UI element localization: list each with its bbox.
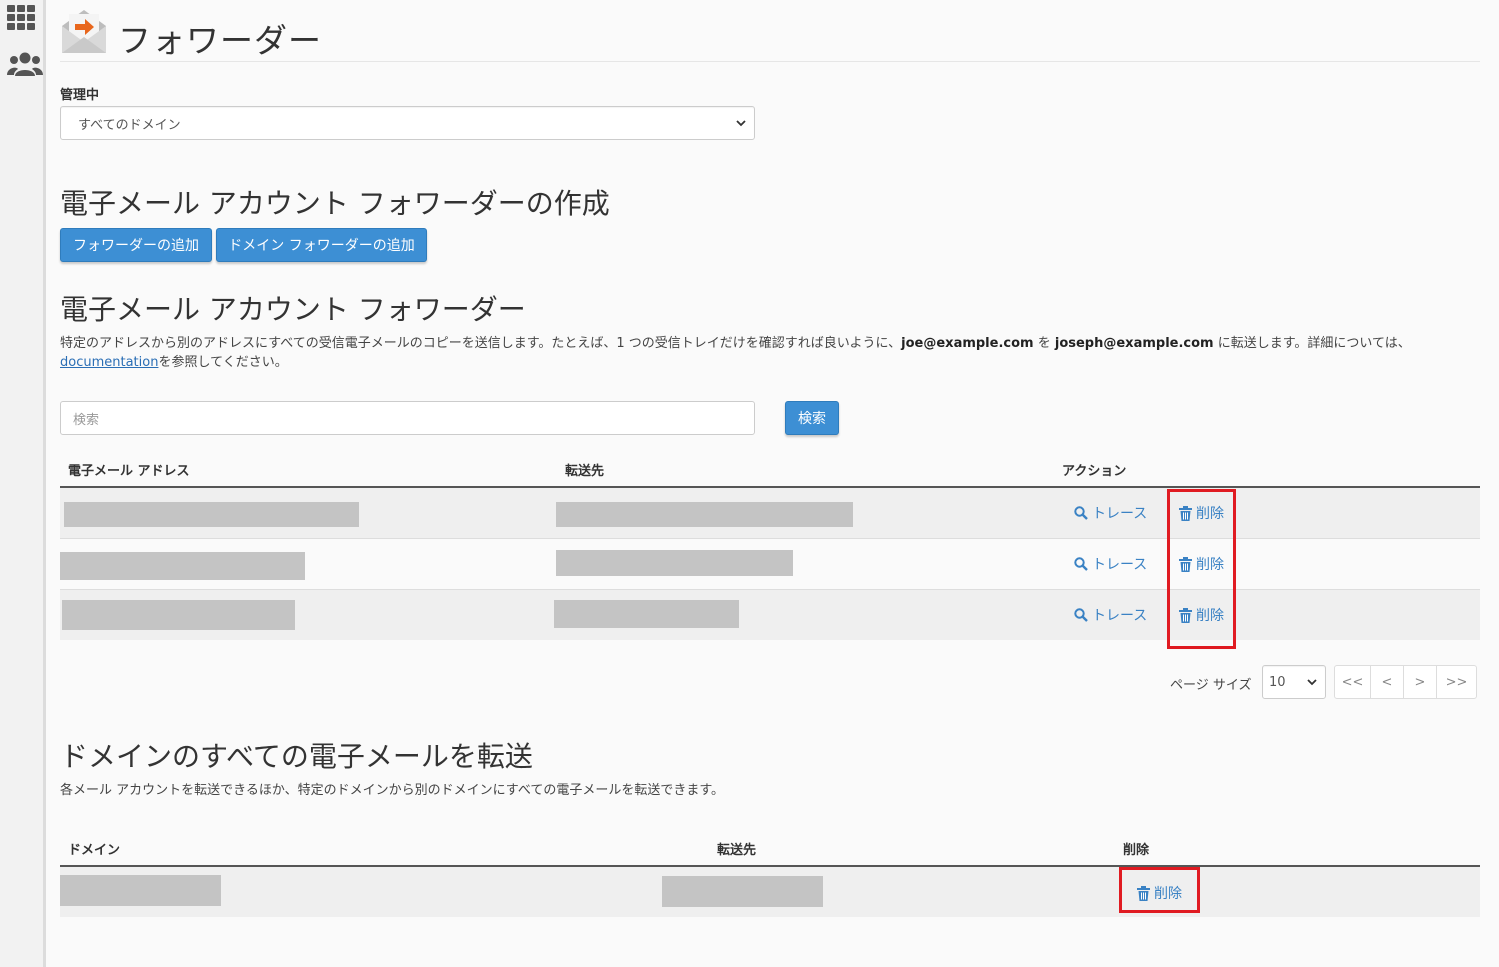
column-header-actions: アクション: [1062, 464, 1127, 479]
redacted-destination: [554, 600, 739, 628]
trace-label: トレース: [1092, 557, 1148, 573]
column-header-destination[interactable]: 転送先: [565, 460, 604, 479]
column-header-delete: 削除: [1123, 843, 1150, 858]
page-header: フォワーダー: [60, 4, 1480, 62]
domain-forward-heading: ドメインのすべての電子メールを転送: [60, 740, 533, 773]
domain-select[interactable]: すべてのドメイン: [60, 106, 755, 140]
next-page-button[interactable]: >: [1403, 665, 1437, 699]
domain-delete-highlight: [1119, 867, 1200, 913]
table-row: 削除: [60, 867, 1480, 917]
example-to-address: joseph@example.com: [1054, 336, 1214, 351]
description-text: に転送します。詳細については、: [1213, 336, 1411, 351]
redacted-email: [62, 600, 295, 630]
search-input[interactable]: 検索: [60, 401, 755, 435]
description-text: を: [1033, 336, 1055, 351]
example-from-address: joe@example.com: [901, 336, 1034, 351]
table-row: トレース 削除: [60, 539, 1480, 589]
redacted-email: [64, 502, 359, 527]
domain-select-value: すべてのドメイン: [78, 117, 181, 133]
page-size-value: 10: [1269, 674, 1286, 690]
search-button[interactable]: 検索: [785, 401, 839, 435]
search-icon: [1074, 608, 1088, 622]
search-placeholder: 検索: [73, 412, 100, 428]
pagination: << < > >>: [1334, 665, 1477, 699]
domain-forward-description: 各メール アカウントを転送できるほか、特定のドメインから別のドメインにすべての電…: [60, 783, 725, 798]
description-text: 特定のアドレスから別のアドレスにすべての受信電子メールのコピーを送信します。たと…: [60, 336, 902, 351]
trace-label: トレース: [1092, 506, 1148, 522]
table-row: トレース 削除: [60, 590, 1480, 640]
redacted-destination: [556, 550, 793, 576]
delete-column-highlight: [1167, 489, 1236, 649]
create-forwarder-heading: 電子メール アカウント フォワーダーの作成: [60, 187, 610, 220]
trace-link[interactable]: トレース: [1074, 554, 1147, 574]
forwarders-heading: 電子メール アカウント フォワーダー: [60, 293, 526, 326]
first-page-button[interactable]: <<: [1334, 665, 1371, 699]
table-row: トレース 削除: [60, 488, 1480, 538]
redacted-destination: [556, 502, 853, 527]
left-sidebar: [0, 0, 46, 967]
search-icon: [1074, 557, 1088, 571]
chevron-down-icon: [1307, 679, 1317, 686]
forwarder-envelope-icon: [62, 10, 106, 53]
managing-label: 管理中: [60, 88, 100, 103]
description-text: を参照してください。: [158, 355, 288, 370]
trace-link[interactable]: トレース: [1074, 503, 1147, 523]
last-page-button[interactable]: >>: [1436, 665, 1477, 699]
page-size-label: ページ サイズ: [1170, 678, 1252, 693]
redacted-domain: [60, 875, 221, 906]
users-icon[interactable]: [7, 50, 43, 80]
column-header-destination[interactable]: 転送先: [717, 839, 756, 858]
column-header-email[interactable]: 電子メール アドレス: [68, 460, 190, 479]
search-icon: [1074, 506, 1088, 520]
redacted-email: [60, 552, 305, 580]
add-domain-forwarder-button[interactable]: ドメイン フォワーダーの追加: [216, 228, 427, 262]
redacted-destination: [662, 876, 823, 907]
chevron-down-icon: [736, 120, 746, 127]
prev-page-button[interactable]: <: [1370, 665, 1404, 699]
page-title: フォワーダー: [118, 21, 322, 60]
trace-link[interactable]: トレース: [1074, 605, 1147, 625]
forwarders-description: 特定のアドレスから別のアドレスにすべての受信電子メールのコピーを送信します。たと…: [60, 334, 1470, 372]
documentation-link[interactable]: documentation: [60, 355, 158, 370]
add-forwarder-button[interactable]: フォワーダーの追加: [60, 228, 212, 262]
page-size-select[interactable]: 10: [1262, 665, 1326, 699]
main-content: フォワーダー 管理中 すべてのドメイン 電子メール アカウント フォワーダーの作…: [60, 0, 1480, 967]
app-grid-icon[interactable]: [7, 5, 37, 31]
column-header-domain[interactable]: ドメイン: [68, 839, 120, 858]
trace-label: トレース: [1092, 608, 1148, 624]
